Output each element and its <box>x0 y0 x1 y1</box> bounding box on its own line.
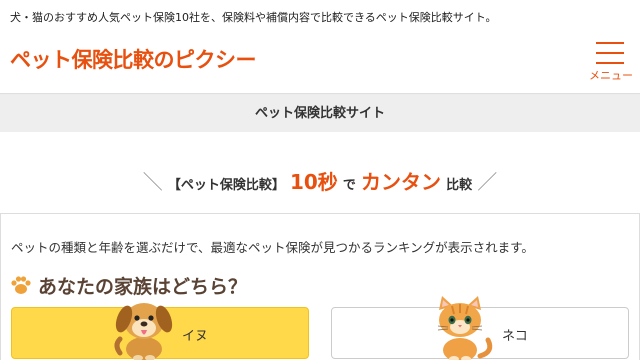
catch-easy: カンタン <box>361 170 442 194</box>
catch-de: で <box>342 178 356 193</box>
cat-icon <box>437 296 493 360</box>
site-tagline: 犬・猫のおすすめ人気ペット保険10社を、保険料や補償内容で比較できるペット保険比… <box>10 11 497 24</box>
catch-bracket: 【ペット保険比較】 <box>167 178 285 193</box>
page-title: ペット保険比較サイト <box>0 95 640 132</box>
catch-seconds: 10秒 <box>289 170 338 194</box>
right-slash-deco: ／ <box>477 170 498 194</box>
cat-option-label: ネコ <box>502 329 528 344</box>
site-logo[interactable]: ペット保険比較のピクシー <box>10 44 257 74</box>
left-slash-deco: ＼ <box>142 170 163 194</box>
dog-option-label: イヌ <box>182 329 209 344</box>
hamburger-icon <box>596 42 624 44</box>
menu-label: メニュー <box>589 69 633 82</box>
selector-intro: ペットの種類と年齢を選ぶだけで、最適なペット保険が見つかるランキングが表示されま… <box>11 240 534 255</box>
catchphrase: ＼ 【ペット保険比較】 10秒 で カンタン 比較 ／ <box>0 166 640 195</box>
dog-icon <box>114 303 173 360</box>
catch-compare: 比較 <box>446 178 473 193</box>
paw-icon <box>11 276 31 294</box>
menu-button[interactable]: メニュー <box>588 40 633 82</box>
